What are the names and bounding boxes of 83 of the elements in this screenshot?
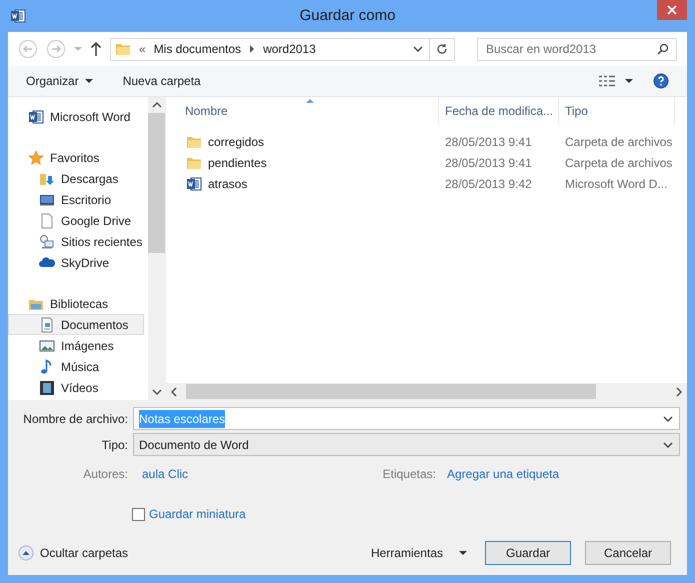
field-label: Etiquetas: [382,466,436,483]
table-cell-text: Carpeta de archivos [564,134,674,150]
table-cell-text: 28/05/2013 9:42 [444,176,533,192]
refresh-icon[interactable] [436,43,448,55]
chevron-down-icon [413,44,423,54]
file-name: atrasos [208,176,248,192]
scroll-left-icon[interactable] [170,386,178,396]
field-label: Tipo: [100,436,128,454]
hide-folders-button[interactable]: Ocultar carpetas [18,544,128,562]
chevron-down-icon [663,440,673,450]
column-header[interactable]: Tipo [559,97,675,125]
file-row[interactable]: corregidos 28/05/2013 9:41 Carpeta de archivos [166,131,687,152]
window-title: Guardar como [300,6,396,26]
search-icon [657,43,669,55]
type-dropdown[interactable]: Documento de Word [133,433,680,456]
field-label: Nombre de archivo: [22,410,128,428]
breadcrumb[interactable]: Mis documentos [154,40,242,58]
file-name: pendientes [208,154,267,172]
recent-places-icon [39,234,55,250]
picture-icon [39,338,55,354]
document-icon [39,316,55,332]
scroll-down-icon[interactable] [152,388,162,396]
breadcrumb-arrow-icon [249,45,256,53]
save-button[interactable]: Guardar [485,541,571,565]
sort-arrow-icon [306,98,314,104]
authors-link[interactable]: aula Clic [142,465,322,483]
tags-link[interactable]: Agregar una etiqueta [447,465,560,483]
close-button[interactable] [657,0,687,20]
folder-icon [115,41,131,57]
sidebar-item[interactable]: Imágenes [8,335,144,356]
sidebar-item[interactable]: SkyDrive [8,252,144,273]
scroll-right-icon[interactable] [675,386,683,396]
sidebar-scrollbar[interactable] [148,97,165,400]
caret-icon [625,77,633,85]
word-icon [28,108,44,124]
overflow-chevron[interactable]: « [139,40,146,58]
collapse-icon [18,545,34,561]
thumbnail-checkbox[interactable] [132,508,145,520]
word-icon [10,8,26,24]
search-field[interactable]: Buscar en word2013 [477,38,677,60]
view-options-icon[interactable] [599,75,615,87]
table-cell-text: 28/05/2013 9:41 [444,134,533,150]
sidebar-item[interactable]: Bibliotecas [8,293,144,314]
organize-button[interactable]: Organizar [26,72,93,90]
caret-icon [459,549,467,557]
tools-button[interactable]: Herramientas [370,544,467,562]
film-icon [39,380,55,396]
file-name: corregidos [208,134,264,150]
page-icon [39,212,55,228]
address-bar[interactable]: « Mis documentos word2013 [110,38,455,60]
table-cell-text: Microsoft Word D... [564,176,668,192]
chevron-down-icon [663,414,673,424]
checkbox-label[interactable]: Guardar miniatura [149,505,246,523]
cancel-button[interactable]: Cancelar [585,541,671,565]
table-cell-text: Carpeta de archivos [564,154,674,172]
scrollbar-thumb[interactable] [148,113,165,253]
field-label: Autores: [82,466,128,483]
close-icon [667,5,677,15]
sidebar-item[interactable]: Microsoft Word [8,106,144,127]
table-cell-text: 28/05/2013 9:41 [444,154,533,172]
word-icon [186,176,202,192]
star-icon [28,150,44,166]
horizontal-scrollbar[interactable] [166,383,687,400]
caret-icon [84,77,93,85]
sidebar-item[interactable]: Google Drive [8,210,144,231]
sidebar-item[interactable]: Música [8,356,144,377]
breadcrumb[interactable]: word2013 [263,40,316,58]
sidebar-item[interactable]: Documentos [8,314,144,335]
file-row[interactable]: pendientes 28/05/2013 9:41 Carpeta de archivos [166,152,687,173]
sidebar-item[interactable]: Sitios recientes [8,231,144,252]
new-folder-button[interactable]: Nueva carpeta [122,72,201,90]
column-header[interactable]: Fecha de modifica... [439,97,559,125]
column-header[interactable]: Nombre [166,97,439,125]
help-icon[interactable] [653,73,669,89]
up-arrow-icon[interactable] [90,41,102,57]
scroll-up-icon[interactable] [152,101,162,109]
sidebar-item[interactable]: Descargas [8,168,144,189]
sidebar-item[interactable]: Favoritos [8,147,144,168]
sidebar-item[interactable]: Escritorio [8,189,144,210]
file-row[interactable]: atrasos 28/05/2013 9:42 Microsoft Word D... [166,173,687,194]
sidebar-item[interactable]: Vídeos [8,377,144,398]
scrollbar-thumb[interactable] [186,384,596,399]
selected-text: Notas escolares [139,410,226,428]
